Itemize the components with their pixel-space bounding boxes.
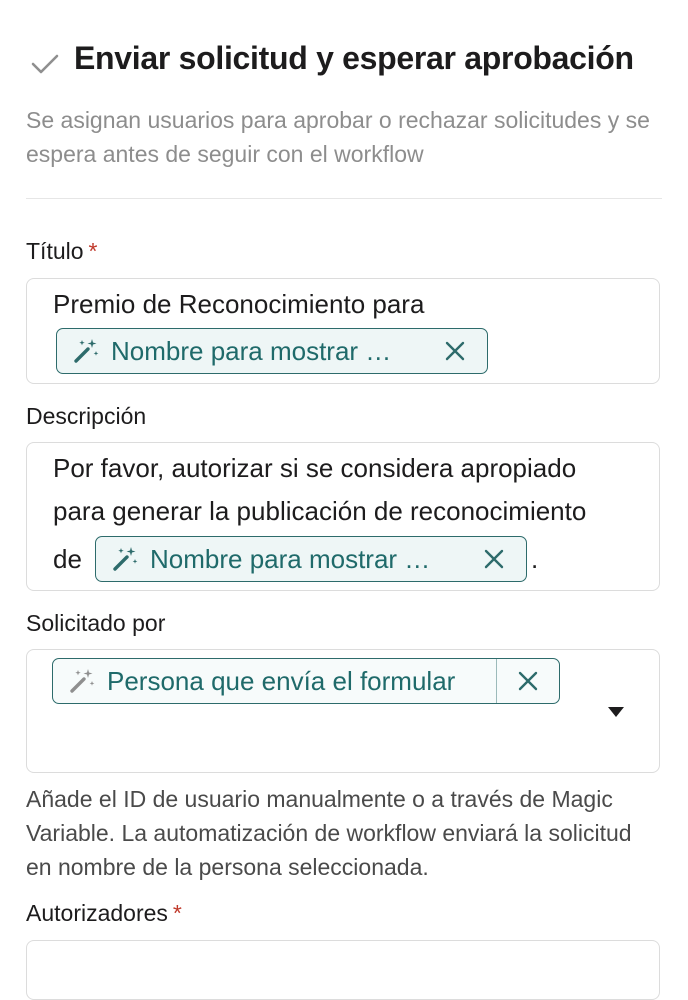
- solicitado-por-select[interactable]: Persona que envía el formular: [26, 649, 660, 773]
- magic-variable-chip-descripcion[interactable]: Nombre para mostrar …: [95, 536, 527, 582]
- autorizadores-label-text: Autorizadores: [26, 900, 168, 926]
- solicitado-por-label-text: Solicitado por: [26, 610, 166, 636]
- chip-label: Persona que envía el formular: [107, 665, 456, 696]
- chip-divider: [495, 659, 497, 703]
- checkmark-icon: [31, 54, 59, 74]
- close-icon[interactable]: [482, 547, 506, 571]
- step-description: Se asignan usuarios para aprobar o recha…: [26, 107, 650, 167]
- descripcion-label: Descripción: [26, 403, 146, 430]
- autorizadores-label: Autorizadores *: [26, 900, 182, 927]
- close-icon[interactable]: [443, 339, 467, 363]
- descripcion-label-text: Descripción: [26, 403, 147, 429]
- descripcion-field[interactable]: Por favor, autorizar si se considera apr…: [26, 442, 660, 591]
- caret-down-icon[interactable]: [607, 706, 625, 718]
- required-mark: *: [88, 238, 98, 264]
- step-header: Enviar solicitud y esperar aprobación Se…: [26, 0, 662, 199]
- magic-variable-chip-solicitante[interactable]: Persona que envía el formular: [52, 658, 560, 704]
- required-mark: *: [172, 900, 182, 926]
- magic-wand-icon: [70, 669, 95, 693]
- chip-label: Nombre para mostrar …: [111, 335, 392, 366]
- titulo-label-text: Título: [26, 238, 84, 264]
- autorizadores-select[interactable]: [26, 940, 660, 1000]
- chip-label: Nombre para mostrar …: [150, 543, 431, 574]
- titulo-text: Premio de Reconocimiento para: [53, 289, 425, 319]
- workflow-step-panel: Enviar solicitud y esperar aprobación Se…: [26, 0, 662, 1000]
- descripcion-line-2: para generar la publicación de reconocim…: [53, 496, 587, 526]
- magic-variable-chip-titulo[interactable]: Nombre para mostrar …: [56, 328, 488, 374]
- magic-wand-icon: [113, 547, 138, 571]
- solicitado-por-label: Solicitado por: [26, 610, 165, 637]
- descripcion-line-3-prefix: de: [53, 544, 82, 574]
- titulo-field[interactable]: Premio de Reconocimiento para Nombre par…: [26, 278, 660, 384]
- step-title: Enviar solicitud y esperar aprobación: [74, 40, 634, 76]
- solicitado-por-help-text: Añade el ID de usuario manualmente o a t…: [26, 786, 632, 880]
- magic-wand-icon: [74, 339, 99, 363]
- descripcion-line-1: Por favor, autorizar si se considera apr…: [53, 453, 577, 483]
- titulo-label: Título *: [26, 238, 97, 265]
- descripcion-line-3-suffix: .: [531, 544, 539, 574]
- close-icon[interactable]: [516, 669, 540, 693]
